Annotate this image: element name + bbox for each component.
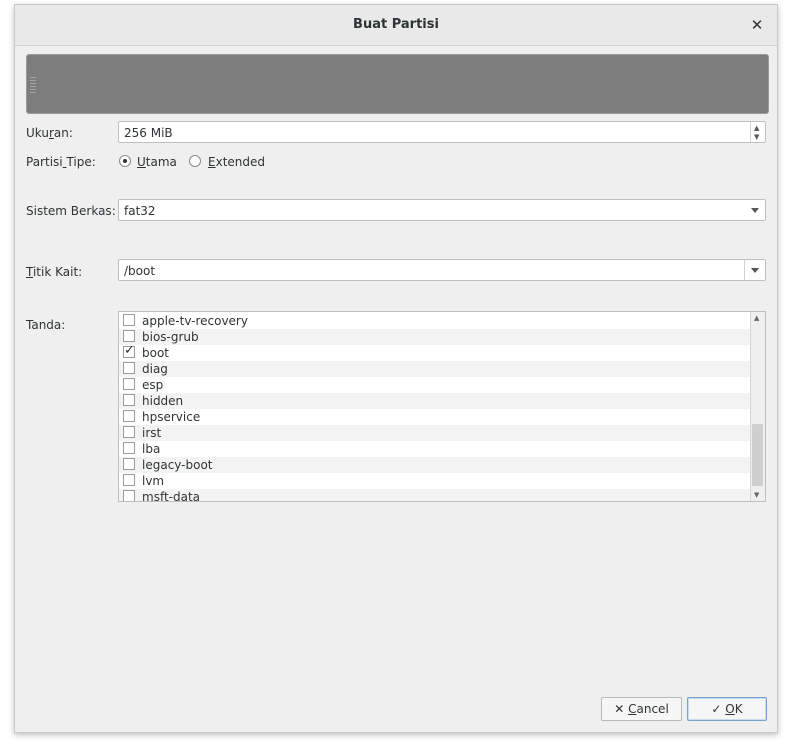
ok-button[interactable]: ✓ OK bbox=[687, 697, 767, 721]
flag-row-lba[interactable]: lba bbox=[119, 441, 752, 457]
size-stepper[interactable]: ▲ ▼ bbox=[750, 122, 765, 142]
flag-checkbox[interactable] bbox=[123, 394, 135, 406]
filesystem-value[interactable]: fat32 bbox=[124, 204, 156, 218]
radio-extended[interactable] bbox=[189, 155, 201, 167]
flag-row-hpservice[interactable]: hpservice bbox=[119, 409, 752, 425]
flag-row-hidden[interactable]: hidden bbox=[119, 393, 752, 409]
flags-label: Tanda: bbox=[26, 318, 66, 332]
flags-list[interactable]: apple-tv-recovery bios-grub boot diag es… bbox=[118, 311, 766, 502]
size-value[interactable]: 256 MiB bbox=[124, 126, 173, 140]
size-spinbutton[interactable]: 256 MiB ▲ ▼ bbox=[118, 121, 766, 143]
size-label: Ukuran: bbox=[26, 126, 73, 140]
flag-checkbox-checked[interactable] bbox=[123, 343, 135, 358]
mount-point-dropdown-button[interactable] bbox=[744, 260, 765, 280]
filesystem-combobox[interactable]: fat32 bbox=[118, 199, 766, 221]
check-icon: ✓ bbox=[711, 702, 722, 716]
flag-checkbox[interactable] bbox=[123, 474, 135, 486]
decrement-icon[interactable]: ▼ bbox=[754, 133, 759, 141]
flag-row-irst[interactable]: irst bbox=[119, 425, 752, 441]
flag-checkbox[interactable] bbox=[123, 458, 135, 470]
flag-row-diag[interactable]: diag bbox=[119, 361, 752, 377]
mount-point-input[interactable]: /boot bbox=[124, 264, 155, 278]
close-icon[interactable]: ✕ bbox=[747, 15, 767, 35]
scroll-down-icon[interactable]: ▼ bbox=[754, 491, 759, 499]
radio-primary[interactable] bbox=[119, 155, 131, 167]
scrollbar-thumb[interactable] bbox=[752, 424, 763, 486]
flag-row-esp[interactable]: esp bbox=[119, 377, 752, 393]
flag-checkbox[interactable] bbox=[123, 490, 135, 501]
flag-checkbox[interactable] bbox=[123, 410, 135, 422]
flag-row-apple-tv-recovery[interactable]: apple-tv-recovery bbox=[119, 313, 752, 329]
dialog-title: Buat Partisi bbox=[353, 17, 439, 32]
flag-checkbox[interactable] bbox=[123, 442, 135, 454]
partition-preview[interactable] bbox=[26, 54, 769, 114]
x-icon: ✕ bbox=[614, 702, 625, 716]
create-partition-dialog: Buat Partisi ✕ Ukuran: 256 MiB ▲ ▼ Parti… bbox=[14, 4, 778, 733]
resize-grip-icon[interactable] bbox=[30, 77, 36, 93]
radio-extended-label[interactable]: Extended bbox=[208, 155, 265, 169]
chevron-down-icon[interactable] bbox=[751, 268, 759, 273]
scroll-up-icon[interactable]: ▲ bbox=[754, 314, 759, 322]
flag-row-boot[interactable]: boot bbox=[119, 343, 752, 361]
flag-checkbox[interactable] bbox=[123, 314, 135, 326]
title-bar: Buat Partisi ✕ bbox=[15, 5, 777, 46]
flag-row-bios-grub[interactable]: bios-grub bbox=[119, 329, 752, 345]
mount-point-combobox[interactable]: /boot bbox=[118, 259, 766, 281]
flags-scrollbar[interactable]: ▲ ▼ bbox=[750, 312, 765, 501]
flag-checkbox[interactable] bbox=[123, 426, 135, 438]
flag-row-lvm[interactable]: lvm bbox=[119, 473, 752, 489]
mount-point-label: Titik Kait: bbox=[26, 265, 83, 279]
flag-checkbox[interactable] bbox=[123, 330, 135, 342]
cancel-button[interactable]: ✕ Cancel bbox=[601, 697, 682, 721]
increment-icon[interactable]: ▲ bbox=[754, 124, 759, 132]
flag-row-msft-data[interactable]: msft-data bbox=[119, 489, 752, 501]
radio-primary-label[interactable]: Utama bbox=[137, 155, 177, 169]
chevron-down-icon[interactable] bbox=[751, 208, 759, 213]
partition-type-label: Partisi Tipe: bbox=[26, 155, 96, 169]
flag-checkbox[interactable] bbox=[123, 362, 135, 374]
flag-checkbox[interactable] bbox=[123, 378, 135, 390]
filesystem-label: Sistem Berkas: bbox=[26, 204, 116, 218]
flag-row-legacy-boot[interactable]: legacy-boot bbox=[119, 457, 752, 473]
